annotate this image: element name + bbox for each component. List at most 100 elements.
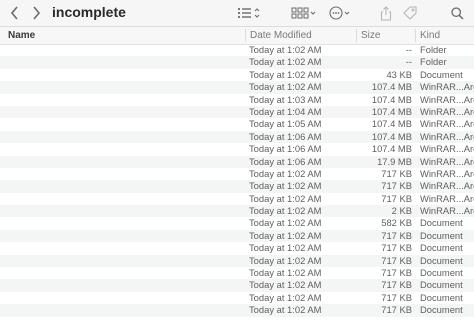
kind-cell: Document [420, 217, 463, 229]
date-modified-cell: Today at 1:02 AM [249, 192, 322, 204]
date-modified-cell: Today at 1:02 AM [249, 254, 322, 266]
table-row[interactable]: sometestfile-1GB.part02.rarToday at 1:03… [0, 94, 474, 106]
kind-cell: WinRAR...Archive [420, 118, 474, 130]
size-cell: 717 KB [381, 192, 412, 204]
search-button[interactable] [448, 3, 466, 23]
kind-cell: WinRAR...Archive [420, 143, 474, 155]
column-header: Name Date Modified Size Kind [0, 27, 474, 45]
file-list: ▼test_download_1000MBToday at 1:02 AM--F… [0, 44, 474, 317]
size-cell: 107.4 MB [371, 118, 412, 130]
table-row[interactable]: ▼test_download_1000MBToday at 1:02 AM--F… [0, 44, 474, 56]
column-divider[interactable] [356, 29, 357, 42]
kind-cell: WinRAR...Archive [420, 180, 474, 192]
back-button[interactable] [6, 3, 22, 23]
kind-cell: Document [420, 68, 463, 80]
view-list-button[interactable] [236, 3, 262, 23]
table-row[interactable]: sometestfile-1GB.vol031+032.par2Today at… [0, 279, 474, 292]
kind-cell: WinRAR...Archive [420, 105, 474, 117]
table-row[interactable]: sometestfile-1GB.part01.rarToday at 1:02… [0, 81, 474, 94]
size-cell: 107.4 MB [371, 93, 412, 105]
kind-cell: Document [420, 267, 463, 279]
chevron-left-icon [10, 6, 18, 20]
date-modified-cell: Today at 1:02 AM [249, 229, 322, 241]
kind-cell: WinRAR...Archive [420, 155, 474, 167]
kind-cell: WinRAR...Archive [420, 205, 474, 217]
table-row[interactable]: sometestfile-1GB.vol063+064.par2Today at… [0, 292, 474, 304]
date-modified-cell: Today at 1:02 AM [249, 304, 322, 316]
size-cell: -- [405, 44, 412, 55]
list-view-icon [237, 7, 260, 19]
size-cell: -- [405, 56, 412, 68]
search-icon [450, 6, 464, 20]
date-modified-cell: Today at 1:02 AM [249, 242, 322, 254]
kind-cell: WinRAR...Archive [420, 167, 474, 179]
table-row[interactable]: sometestfile-1GB.part10.rarToday at 1:02… [0, 193, 474, 205]
table-row[interactable]: sometestfile-1GB.vol015+016.par2Today at… [0, 267, 474, 279]
kind-cell: Folder [420, 56, 447, 68]
date-modified-cell: Today at 1:02 AM [249, 180, 322, 192]
kind-cell: Folder [420, 44, 447, 55]
size-cell: 107.4 MB [371, 143, 412, 155]
tags-button[interactable] [402, 3, 418, 23]
share-icon [381, 5, 391, 20]
table-row[interactable]: sometestfile-1GB.part04.rarToday at 1:05… [0, 118, 474, 130]
toolbar: incomplete [0, 0, 474, 27]
tag-icon [403, 6, 417, 20]
column-date-header[interactable]: Date Modified [250, 30, 312, 41]
column-kind-header[interactable]: Kind [420, 30, 440, 41]
date-modified-cell: Today at 1:02 AM [249, 167, 322, 179]
size-cell: 717 KB [381, 267, 412, 279]
date-modified-cell: Today at 1:06 AM [249, 155, 322, 167]
size-cell: 107.4 MB [371, 105, 412, 117]
table-row[interactable]: sometestfile-1GB.part05.rarToday at 1:06… [0, 130, 474, 144]
kind-cell: Document [420, 279, 463, 291]
table-row[interactable]: sometestfile-1GB.par2Today at 1:02 AM43 … [0, 69, 474, 81]
size-cell: 717 KB [381, 242, 412, 254]
table-row[interactable]: sometestfile-1GB.part08.rarToday at 1:02… [0, 168, 474, 180]
grid-group-icon [291, 7, 316, 19]
size-cell: 717 KB [381, 279, 412, 291]
share-button[interactable] [378, 3, 394, 23]
table-row[interactable]: sometestfile-1GB.vol127+072.par2Today at… [0, 304, 474, 317]
table-row[interactable]: ▶__ADMIN__Today at 1:02 AM--Folder [0, 56, 474, 69]
size-cell: 17.9 MB [377, 155, 412, 167]
kind-cell: Document [420, 304, 463, 316]
ellipsis-circle-icon [329, 6, 350, 20]
table-row[interactable]: sometestfile-1GB.vol000+001.par2Today at… [0, 217, 474, 229]
table-row[interactable]: sometestfile-1GB.part09.rarToday at 1:02… [0, 180, 474, 193]
date-modified-cell: Today at 1:02 AM [249, 291, 322, 303]
group-button[interactable] [290, 3, 318, 23]
window-title: incomplete [52, 4, 126, 20]
table-row[interactable]: sometestfile-1GB.part06.rarToday at 1:06… [0, 143, 474, 155]
kind-cell: WinRAR...Archive [420, 81, 474, 93]
size-cell: 717 KB [381, 291, 412, 303]
date-modified-cell: Today at 1:02 AM [249, 267, 322, 279]
forward-button[interactable] [28, 3, 44, 23]
column-divider[interactable] [415, 29, 416, 42]
table-row[interactable]: sometestfile-1GB.part11.rarToday at 1:02… [0, 205, 474, 218]
column-divider[interactable] [245, 29, 246, 42]
column-size-header[interactable]: Size [361, 30, 380, 41]
chevron-right-icon [32, 6, 40, 20]
date-modified-cell: Today at 1:06 AM [249, 130, 322, 142]
date-modified-cell: Today at 1:02 AM [249, 68, 322, 80]
table-row[interactable]: sometestfile-1GB.part03.rarToday at 1:04… [0, 105, 474, 119]
column-name-header[interactable]: Name [8, 30, 35, 41]
date-modified-cell: Today at 1:02 AM [249, 81, 322, 93]
kind-cell: Document [420, 254, 463, 266]
table-row[interactable]: sometestfile-1GB.vol001+002.par2Today at… [0, 229, 474, 243]
table-row[interactable]: sometestfile-1GB.vol007+008.par2Today at… [0, 254, 474, 268]
date-modified-cell: Today at 1:02 AM [249, 217, 322, 229]
size-cell: 717 KB [381, 180, 412, 192]
date-modified-cell: Today at 1:04 AM [249, 105, 322, 117]
kind-cell: Document [420, 229, 463, 241]
table-row[interactable]: sometestfile-1GB.vol003+004.par2Today at… [0, 242, 474, 254]
size-cell: 43 KB [386, 68, 412, 80]
table-row[interactable]: sometestfile-1GB.part07.rarToday at 1:06… [0, 155, 474, 168]
action-menu-button[interactable] [328, 3, 354, 23]
kind-cell: Document [420, 242, 463, 254]
size-cell: 107.4 MB [371, 130, 412, 142]
date-modified-cell: Today at 1:03 AM [249, 93, 322, 105]
size-cell: 717 KB [381, 304, 412, 316]
date-modified-cell: Today at 1:02 AM [249, 44, 322, 55]
